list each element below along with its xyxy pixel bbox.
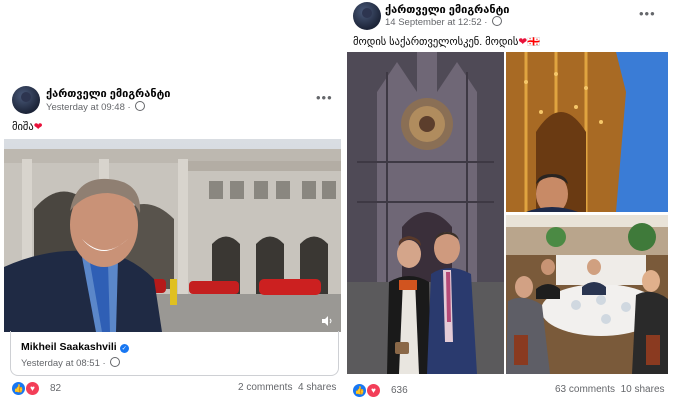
globe-icon — [110, 357, 121, 367]
left-post-author[interactable]: ქართველი ემიგრანტი — [46, 87, 170, 100]
right-post-caption-text: მოდის საქართველოსკენ. მოდის — [353, 36, 519, 48]
shared-post-time-text[interactable]: Yesterday at 08:51 — [21, 358, 100, 369]
left-post-avatar[interactable] — [12, 86, 40, 114]
globe-icon — [492, 16, 503, 26]
right-post-more-button[interactable]: ••• — [639, 6, 656, 21]
love-reaction-icon: ♥ — [25, 381, 40, 396]
shared-post-card[interactable]: Mikheil Saakashvili ✓ Yesterday at 08:51 … — [10, 331, 339, 376]
left-post-shares-link[interactable]: 4 shares — [298, 382, 336, 393]
heart-emoji-icon: ❤ — [33, 121, 43, 133]
like-reaction-icon: 👍 — [353, 384, 366, 397]
photo-cathedral-night-image — [506, 52, 668, 212]
left-post-reactions[interactable]: 👍 ♥ 82 — [12, 381, 61, 396]
left-post-caption: მიშა❤ — [12, 121, 43, 133]
left-post-video[interactable] — [4, 139, 341, 332]
photo-cathedral-couple[interactable] — [347, 52, 504, 374]
shared-post-author[interactable]: Mikheil Saakashvili ✓ — [21, 341, 129, 353]
left-post: ქართველი ემიგრანტი Yesterday at 09:48 · … — [0, 76, 343, 401]
left-post-stats: 2 comments 4 shares — [238, 382, 336, 393]
shared-post-author-name[interactable]: Mikheil Saakashvili — [21, 341, 117, 353]
right-post-time-text[interactable]: 14 September at 12:52 — [385, 17, 482, 28]
shared-post-time[interactable]: Yesterday at 08:51 · — [21, 357, 121, 369]
photo-dinner-table-image — [506, 215, 668, 374]
speaker-icon[interactable] — [321, 314, 332, 326]
right-post-time[interactable]: 14 September at 12:52 · — [385, 16, 503, 28]
right-post: ქართველი ემიგრანტი 14 September at 12:52… — [345, 0, 673, 401]
georgia-flag-icon: 🇬🇪 — [527, 36, 541, 48]
right-post-reaction-count[interactable]: 636 — [391, 385, 408, 396]
left-post-video-frame — [4, 139, 341, 332]
verified-badge-icon: ✓ — [119, 344, 129, 353]
photo-dinner-table[interactable] — [506, 215, 668, 374]
right-post-comments-link[interactable]: 63 comments — [555, 384, 615, 395]
photo-cathedral-night[interactable] — [506, 52, 668, 212]
left-post-comments-link[interactable]: 2 comments — [238, 382, 292, 393]
right-post-author[interactable]: ქართველი ემიგრანტი — [385, 3, 509, 16]
left-post-more-button[interactable]: ••• — [316, 90, 333, 105]
globe-icon — [135, 101, 146, 111]
right-post-stats: 63 comments 10 shares — [555, 384, 665, 395]
right-post-shares-link[interactable]: 10 shares — [621, 384, 665, 395]
love-reaction-icon: ♥ — [366, 383, 381, 398]
left-post-time-text[interactable]: Yesterday at 09:48 — [46, 102, 125, 113]
left-post-reaction-count[interactable]: 82 — [50, 383, 61, 394]
photo-cathedral-couple-image — [347, 52, 504, 374]
left-post-time[interactable]: Yesterday at 09:48 · — [46, 101, 146, 113]
like-reaction-icon: 👍 — [12, 382, 25, 395]
left-post-caption-text: მიშა — [12, 121, 34, 133]
heart-emoji-icon: ❤ — [518, 36, 528, 48]
right-post-avatar[interactable] — [353, 2, 381, 30]
right-post-reactions[interactable]: 👍 ♥ 636 — [353, 383, 408, 398]
right-post-caption: მოდის საქართველოსკენ. მოდის❤🇬🇪 — [353, 35, 540, 48]
